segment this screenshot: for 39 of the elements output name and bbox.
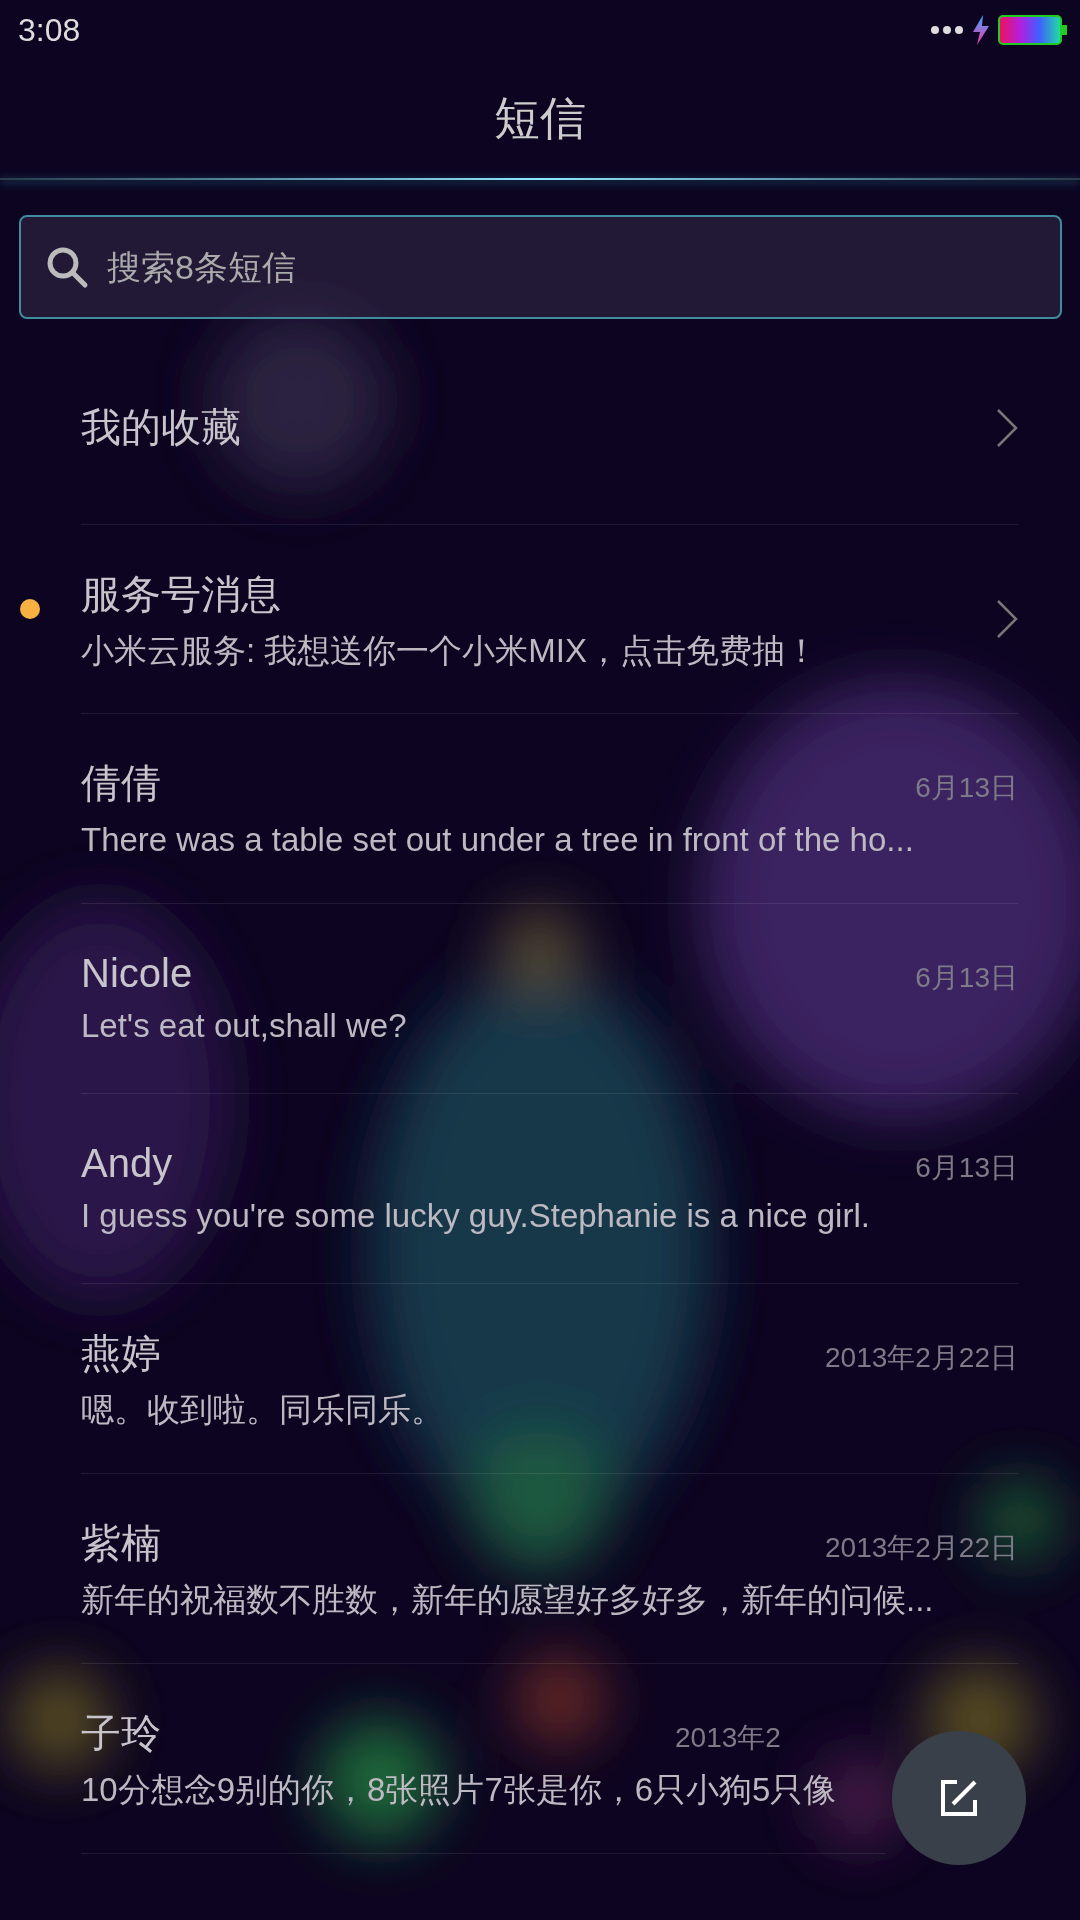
contact-name: 紫楠 [81, 1520, 161, 1568]
search-field[interactable]: 搜索8条短信 [19, 215, 1062, 319]
message-date: 6月13日 [915, 960, 1018, 995]
message-date: 2013年2月22日 [825, 1531, 1018, 1566]
conversation-item[interactable]: Nicole 6月13日 Let's eat out,shall we? [81, 904, 1018, 1094]
contact-name: Nicole [81, 950, 193, 996]
contact-name: 倩倩 [81, 760, 161, 808]
message-preview: Let's eat out,shall we? [81, 1005, 408, 1046]
conversation-item[interactable]: 紫楠 2013年2月22日 新年的祝福数不胜数，新年的愿望好多好多，新年的问候... [81, 1474, 1018, 1664]
conversation-item[interactable]: Andy 6月13日 I guess you're some lucky guy.Stephanie is a nice girl. [81, 1094, 1018, 1284]
conversation-item[interactable]: 子玲 2013年2 10分想念9别的你，8张照片7张是你，6只小狗5只像 [81, 1664, 885, 1854]
message-preview: 新年的祝福数不胜数，新年的愿望好多好多，新年的问候... [81, 1580, 935, 1621]
contact-name: 燕婷 [81, 1330, 161, 1378]
conversation-item[interactable]: 倩倩 6月13日 There was a table set out under a tree in front of the ho... [81, 714, 1018, 904]
contact-name: 子玲 [81, 1710, 161, 1758]
message-preview: 嗯。收到啦。同乐同乐。 [81, 1390, 445, 1431]
message-preview: 小米云服务: 我想送你一个小米MIX，点击免费抽！ [81, 630, 819, 671]
message-preview: There was a table set out under a tree in front of the ho... [81, 820, 915, 861]
status-time: 3:08 [18, 11, 81, 49]
message-preview: I guess you're some lucky guy.Stephanie is a nice girl. [81, 1195, 871, 1236]
message-date: 2013年2月22日 [825, 1341, 1018, 1376]
page-title: 短信 [494, 91, 586, 146]
message-date: 6月13日 [915, 1150, 1018, 1185]
compose-icon [939, 1778, 979, 1818]
message-date: 2013年2 [675, 1721, 782, 1756]
folder-name: 服务号消息 [81, 570, 282, 618]
contact-name: Andy [81, 1140, 173, 1186]
charging-icon [972, 15, 990, 45]
chevron-icon [996, 407, 1018, 448]
search-icon [45, 245, 89, 289]
message-preview: 10分想念9别的你，8张照片7张是你，6只小狗5只像 [81, 1770, 838, 1811]
folder-item[interactable]: 我的收藏 [81, 331, 1018, 525]
conversation-item[interactable]: 燕婷 2013年2月22日 嗯。收到啦。同乐同乐。 [81, 1284, 1018, 1474]
chevron-icon [996, 599, 1018, 639]
folder-name: 我的收藏 [81, 404, 242, 451]
message-date: 6月13日 [915, 771, 1018, 806]
more-dots-icon [930, 25, 964, 35]
battery-icon [998, 15, 1068, 45]
folder-item[interactable]: 服务号消息 小米云服务: 我想送你一个小米MIX，点击免费抽！ [81, 525, 1018, 714]
